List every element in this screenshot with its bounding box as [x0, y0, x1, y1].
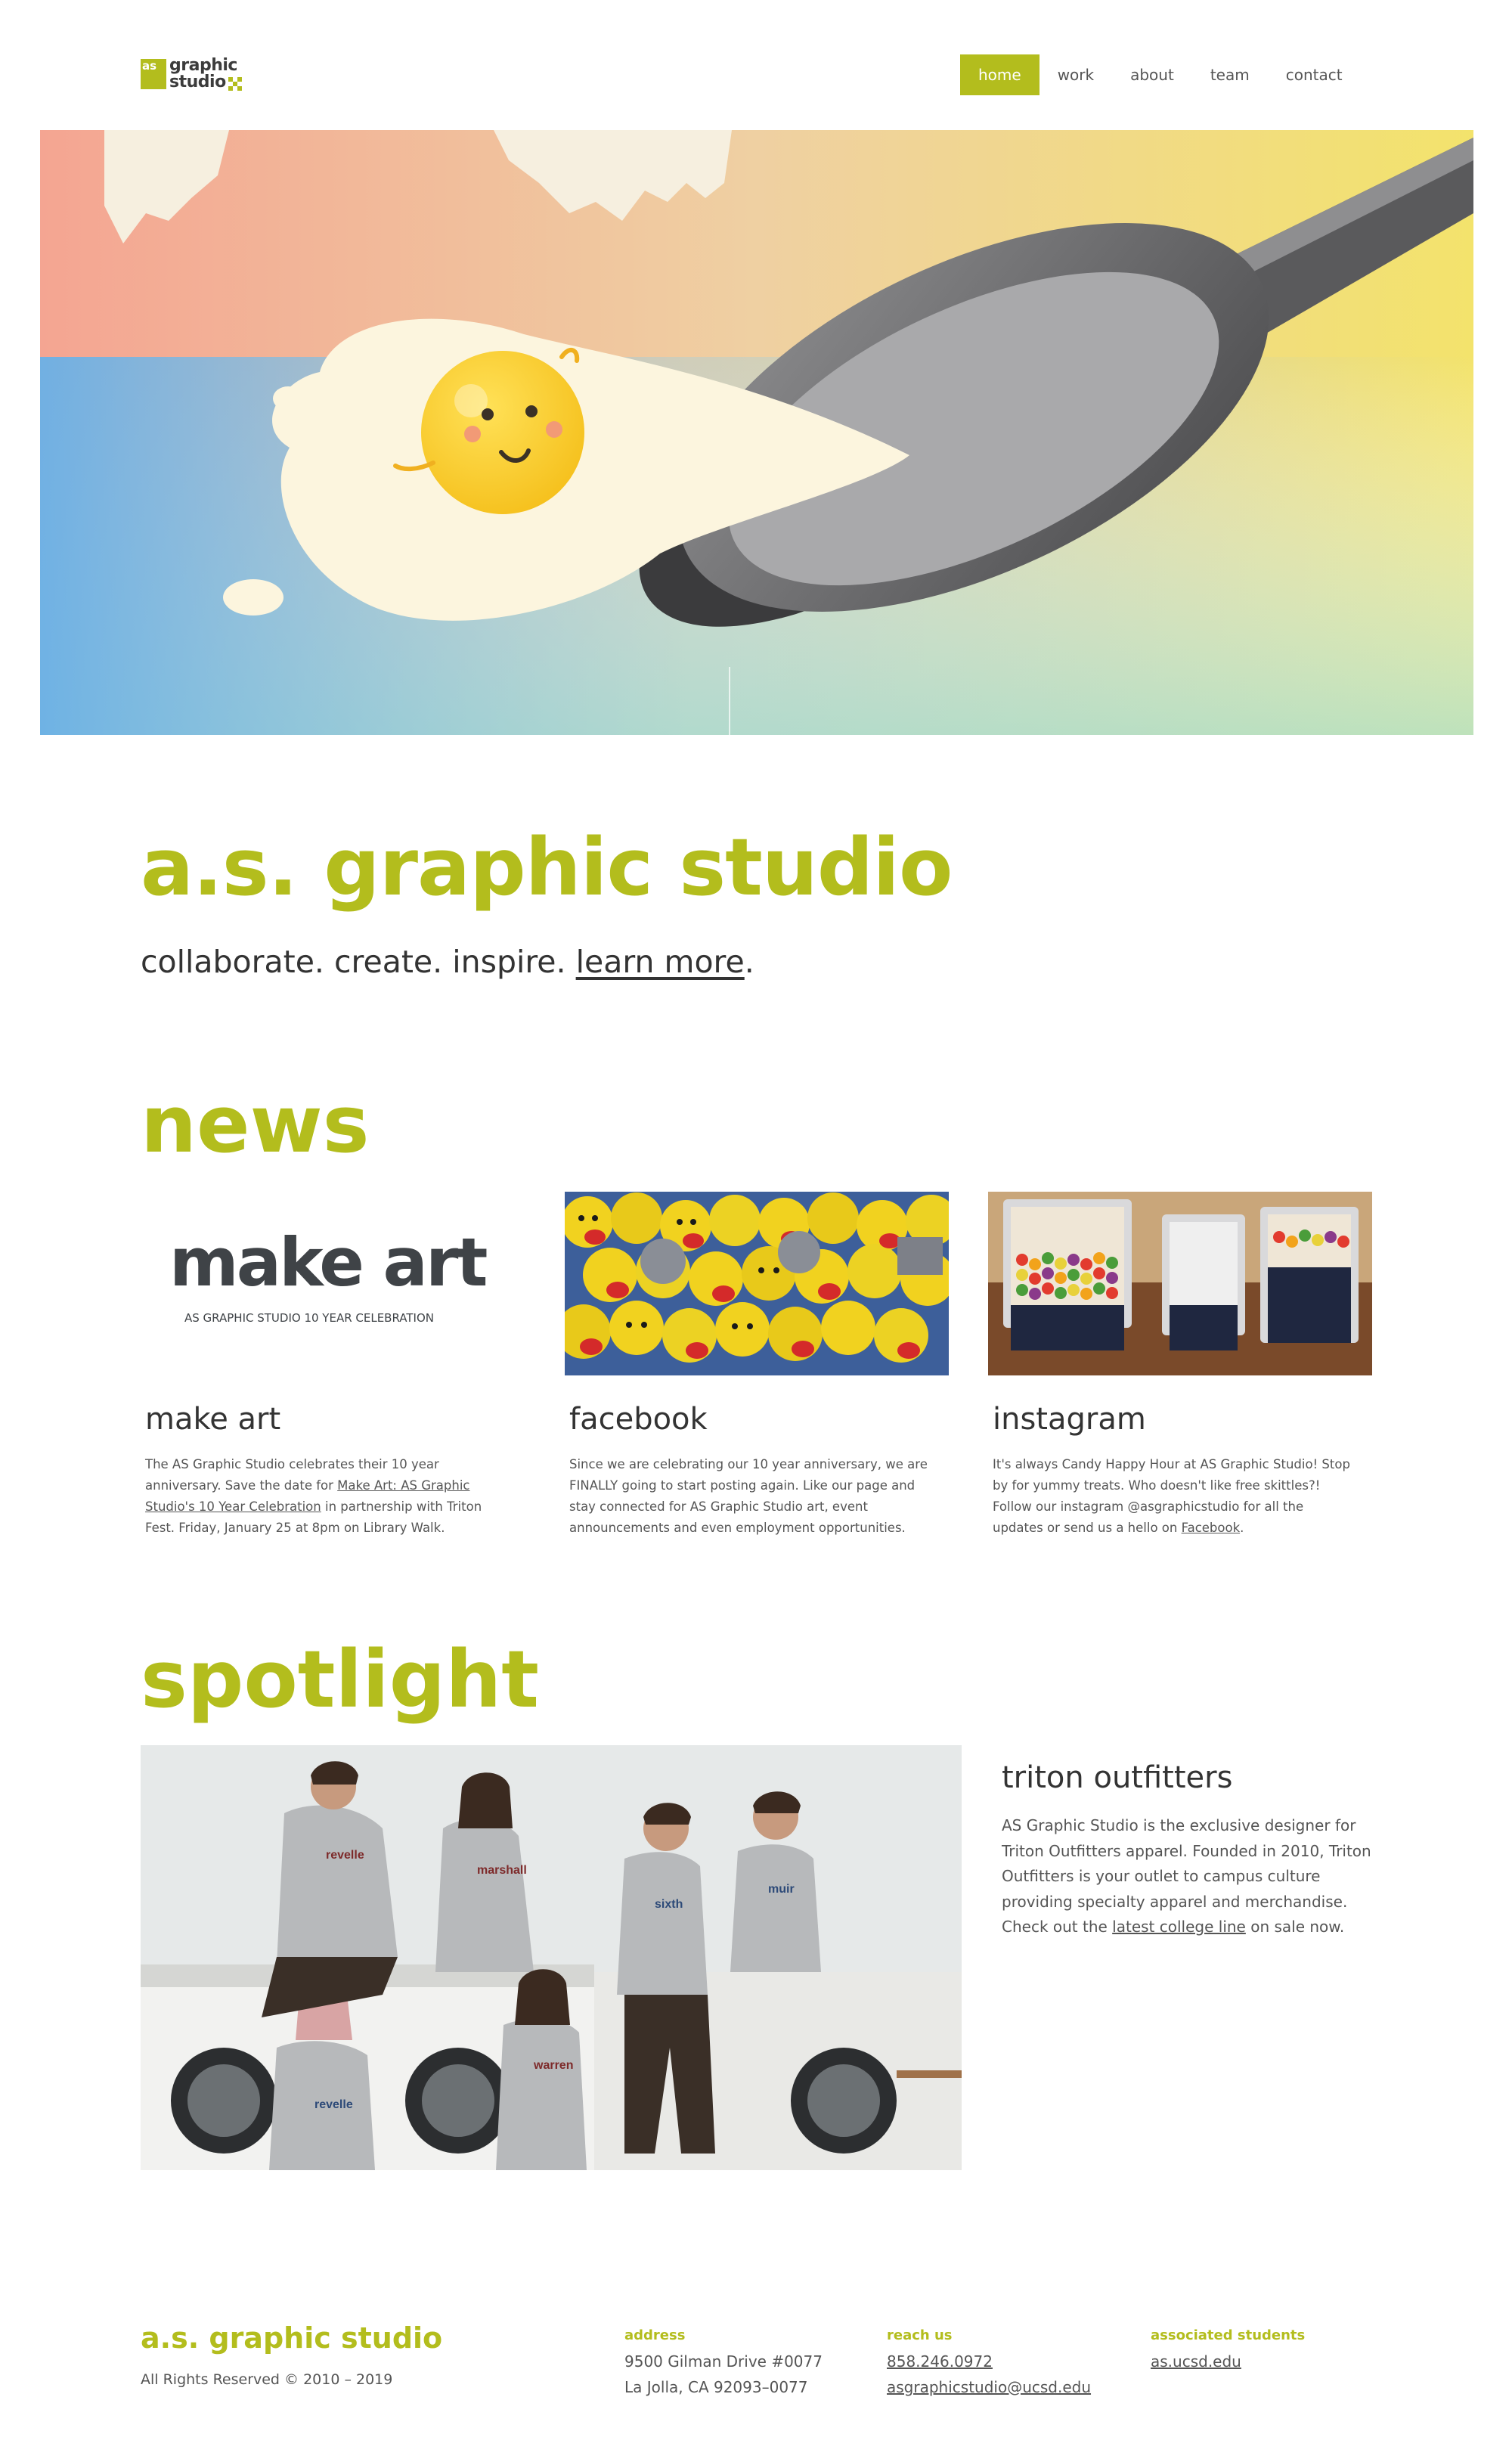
- nav-about[interactable]: about: [1112, 54, 1192, 95]
- phone-link[interactable]: 858.246.0972: [887, 2352, 1091, 2371]
- news-card-body: Since we are celebrating our 10 year ann…: [569, 1457, 928, 1535]
- nav-team[interactable]: team: [1192, 54, 1268, 95]
- spotlight-heading: spotlight: [141, 1633, 540, 1726]
- shirt-label-revelle-2: revelle: [314, 2098, 353, 2111]
- associated-students-heading: associated students: [1151, 2327, 1306, 2343]
- tagline-suffix: .: [744, 944, 754, 980]
- logo-wordmark: graphic studio: [169, 57, 237, 91]
- news-card-title: instagram: [993, 1402, 1146, 1437]
- footer-copyright: All Rights Reserved © 2010 – 2019: [141, 2371, 393, 2388]
- nav-contact[interactable]: contact: [1268, 54, 1361, 95]
- logo-line-2: studio: [169, 73, 226, 91]
- page-title: a.s. graphic studio: [141, 821, 953, 913]
- logo-mark: as: [141, 59, 166, 89]
- reach-us-heading: reach us: [887, 2327, 953, 2343]
- as-ucsd-link[interactable]: as.ucsd.edu: [1151, 2352, 1305, 2371]
- main-nav: home work about team contact: [960, 54, 1361, 95]
- email-link[interactable]: asgraphicstudio@ucsd.edu: [887, 2378, 1091, 2396]
- news-card-title: make art: [145, 1402, 281, 1437]
- nav-work[interactable]: work: [1040, 54, 1112, 95]
- nav-home[interactable]: home: [960, 54, 1040, 95]
- news-card-title: facebook: [569, 1402, 708, 1437]
- shirt-label-muir: muir: [768, 1883, 795, 1896]
- spotlight-body: AS Graphic Studio is the exclusive desig…: [1002, 1813, 1372, 1940]
- shirt-label-revelle: revelle: [326, 1849, 364, 1862]
- egg-pan-illustration: [40, 130, 1473, 735]
- candy-machines-photo: [988, 1192, 1372, 1375]
- footer-address: address 9500 Gilman Drive #0077 La Jolla…: [624, 2327, 823, 2404]
- logo-mark-text: as: [142, 59, 157, 73]
- latest-college-line-link[interactable]: latest college line: [1112, 1918, 1246, 1936]
- facebook-image[interactable]: [565, 1192, 949, 1375]
- make-art-image[interactable]: make art AS GRAPHIC STUDIO 10 YEAR CELEB…: [141, 1192, 525, 1375]
- instagram-image[interactable]: [988, 1192, 1372, 1375]
- news-card-body-text: It's always Candy Happy Hour at AS Graph…: [993, 1457, 1350, 1535]
- address-line-1: 9500 Gilman Drive #0077: [624, 2352, 823, 2371]
- spotlight-title: triton outfitters: [1002, 1760, 1233, 1795]
- footer-associated-students: associated students as.ucsd.edu: [1151, 2327, 1305, 2378]
- shirt-label-warren: warren: [533, 2059, 573, 2072]
- shirt-label-marshall: marshall: [477, 1864, 527, 1877]
- news-card-make-art: make art AS GRAPHIC STUDIO 10 YEAR CELEB…: [141, 1192, 525, 1539]
- site-logo[interactable]: as graphic studio: [141, 57, 246, 94]
- news-card-facebook: facebook Since we are celebrating our 10…: [565, 1192, 949, 1539]
- news-card-body: It's always Candy Happy Hour at AS Graph…: [993, 1454, 1356, 1539]
- address-heading: address: [624, 2327, 686, 2343]
- learn-more-link[interactable]: learn more: [576, 944, 745, 980]
- triton-outfitters-photo: revelle marshall sixth muir warren revel…: [141, 1745, 962, 2170]
- make-art-logo-subtext: AS GRAPHIC STUDIO 10 YEAR CELEBRATION: [184, 1311, 434, 1325]
- news-card-body-text-end: .: [1240, 1521, 1244, 1535]
- logo-line-1: graphic: [169, 56, 237, 75]
- shirt-label-sixth: sixth: [655, 1898, 683, 1911]
- footer-reach-us: reach us 858.246.0972 asgraphicstudio@uc…: [887, 2327, 1091, 2404]
- logo-checker-icon: [228, 77, 242, 91]
- facebook-link[interactable]: Facebook: [1182, 1521, 1241, 1535]
- plush-toys-photo: [565, 1192, 949, 1375]
- spotlight-body-text-end: on sale now.: [1245, 1918, 1345, 1936]
- hero-illustration: [40, 130, 1473, 735]
- news-heading: news: [141, 1078, 370, 1171]
- tagline-text: collaborate. create. inspire.: [141, 944, 576, 980]
- spotlight-photo[interactable]: revelle marshall sixth muir warren revel…: [141, 1745, 962, 2170]
- news-card-instagram: instagram It's always Candy Happy Hour a…: [988, 1192, 1372, 1539]
- make-art-logo-text: make art: [169, 1223, 488, 1301]
- address-line-2: La Jolla, CA 92093–0077: [624, 2378, 808, 2396]
- footer-title: a.s. graphic studio: [141, 2321, 443, 2355]
- tagline: collaborate. create. inspire. learn more…: [141, 944, 754, 980]
- news-card-body: The AS Graphic Studio celebrates their 1…: [145, 1454, 508, 1539]
